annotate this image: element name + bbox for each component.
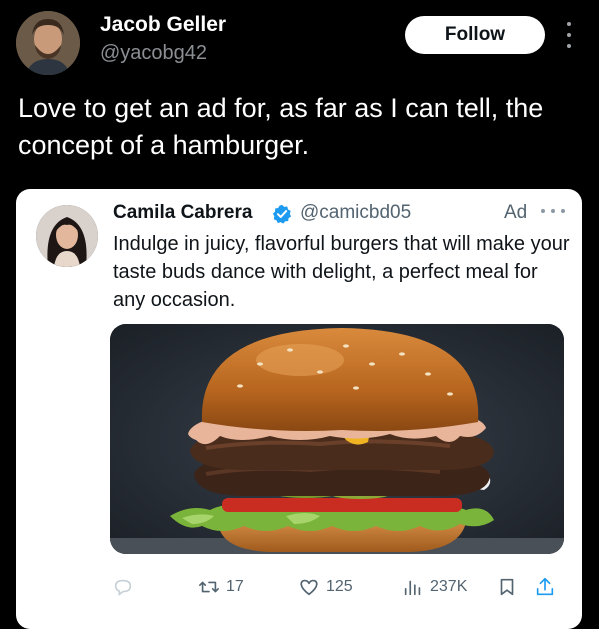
hamburger-image bbox=[110, 324, 564, 554]
ad-label: Ad bbox=[504, 202, 528, 223]
reply-icon bbox=[114, 579, 132, 596]
views-chart-icon bbox=[404, 580, 421, 596]
retweet-action[interactable]: 17 bbox=[198, 569, 244, 605]
follow-button[interactable]: Follow bbox=[405, 16, 545, 54]
verified-badge-icon bbox=[272, 204, 292, 224]
ad-author-avatar-image bbox=[36, 205, 98, 267]
ad-author-avatar[interactable] bbox=[36, 205, 98, 267]
author-name[interactable]: Jacob Geller bbox=[100, 13, 226, 37]
more-options-icon[interactable] bbox=[562, 22, 576, 48]
like-action[interactable]: 125 bbox=[298, 569, 353, 605]
ad-media-image[interactable] bbox=[110, 324, 564, 554]
like-count: 125 bbox=[326, 578, 353, 595]
share-action[interactable] bbox=[534, 569, 556, 605]
tweet-text: Love to get an ad for, as far as I can t… bbox=[18, 93, 544, 160]
views-count: 237K bbox=[430, 578, 468, 595]
author-avatar[interactable] bbox=[16, 11, 80, 75]
heart-icon bbox=[300, 579, 318, 596]
retweet-count: 17 bbox=[226, 578, 244, 595]
retweet-icon bbox=[199, 581, 219, 593]
author-avatar-image bbox=[16, 11, 80, 75]
ad-author-name[interactable]: Camila Cabrera bbox=[113, 202, 252, 224]
bookmark-icon bbox=[500, 578, 514, 596]
ad-more-options-icon[interactable] bbox=[541, 209, 565, 214]
views-action[interactable]: 237K bbox=[402, 569, 467, 605]
bookmark-action[interactable] bbox=[496, 569, 518, 605]
ad-text: Indulge in juicy, flavorful burgers that… bbox=[113, 233, 570, 311]
ad-author-handle[interactable]: @camicbd05 bbox=[300, 202, 411, 224]
share-icon bbox=[536, 577, 554, 596]
reply-action[interactable] bbox=[112, 569, 134, 605]
author-handle[interactable]: @yacobg42 bbox=[100, 42, 207, 65]
quoted-ad-card[interactable]: Camila Cabrera @camicbd05 Ad Indulge in … bbox=[16, 189, 582, 629]
tweet-action-bar: 17 125 237K bbox=[16, 569, 582, 605]
